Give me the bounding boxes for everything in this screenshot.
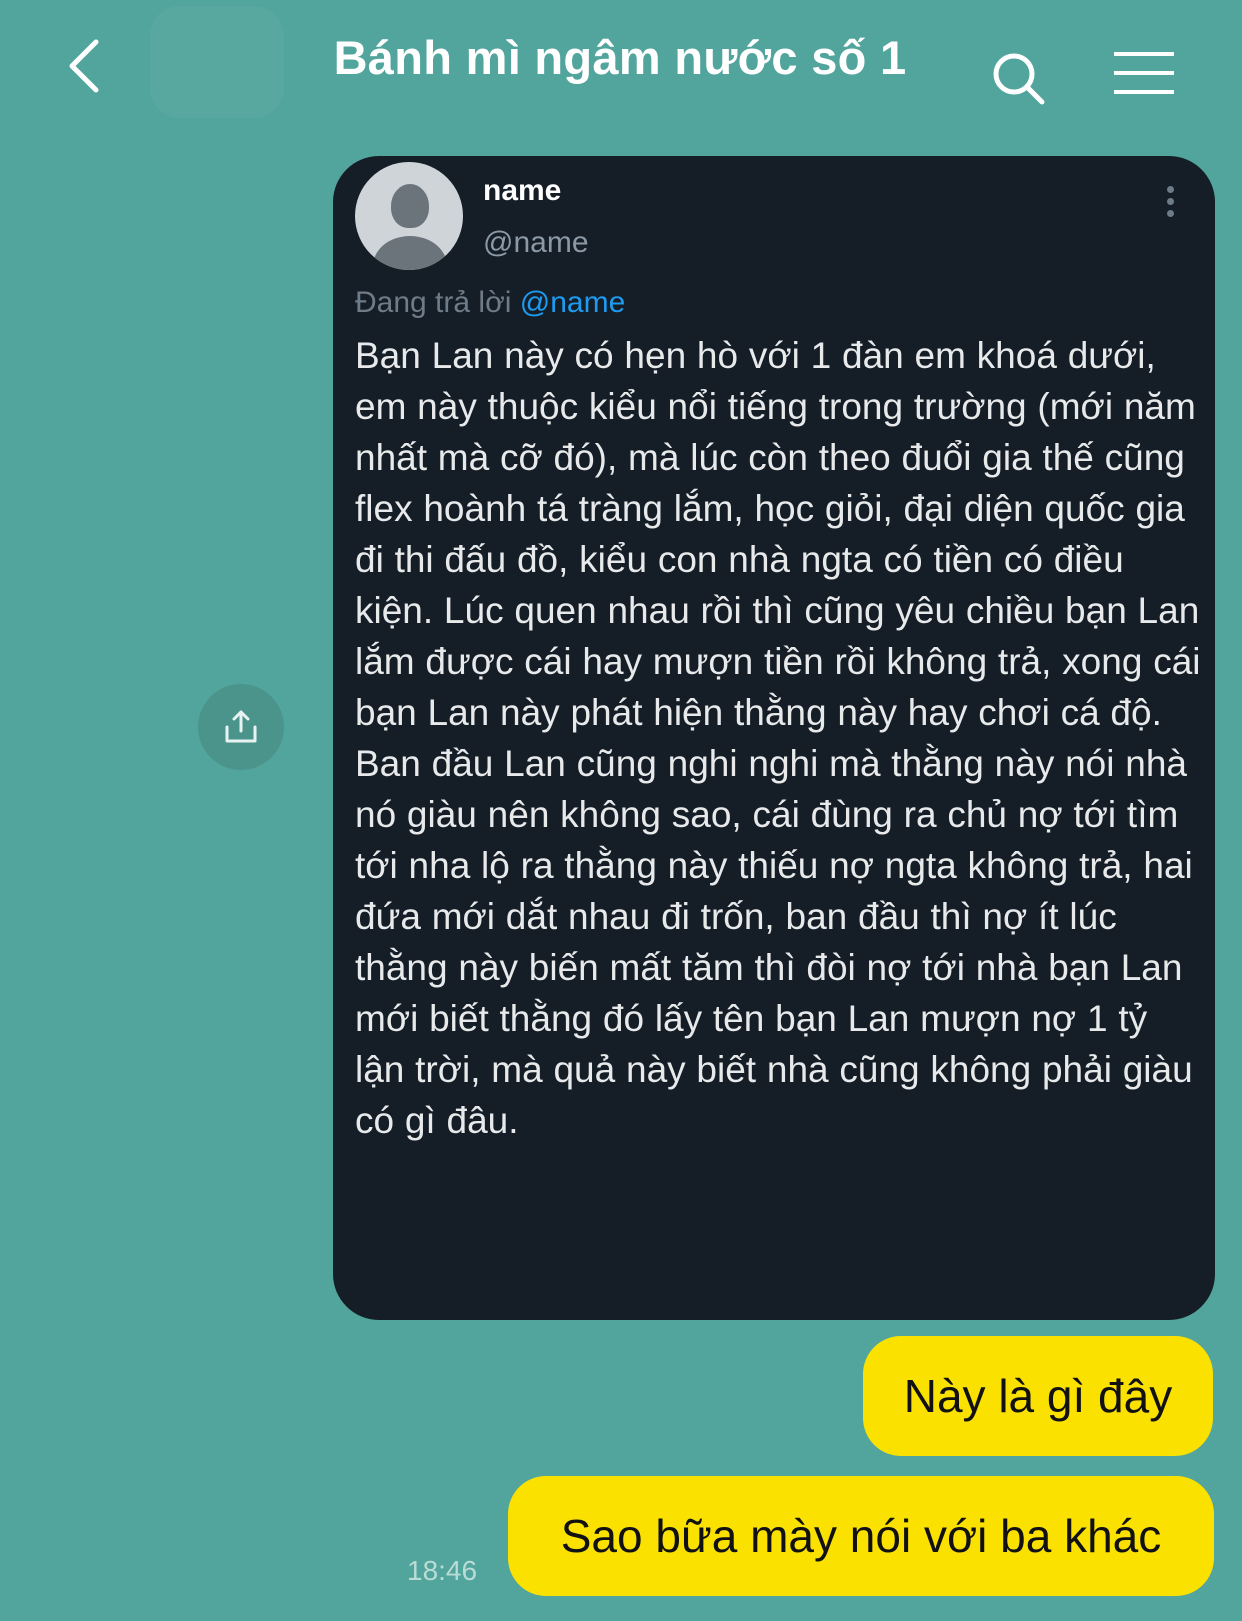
share-button[interactable] xyxy=(198,684,284,770)
chat-title: Bánh mì ngâm nước số 1 xyxy=(333,31,907,84)
back-button[interactable] xyxy=(60,34,120,98)
menu-icon xyxy=(1114,52,1174,94)
message-text: Sao bữa mày nói với ba khác xyxy=(560,1510,1162,1562)
menu-button[interactable] xyxy=(1112,50,1176,100)
tweet-author-name: name xyxy=(483,174,562,207)
reply-context: Đang trả lời @name xyxy=(355,286,625,320)
share-icon xyxy=(225,710,257,743)
tweet-author-handle: @name xyxy=(483,226,589,259)
reply-mention: @name xyxy=(519,286,626,319)
chat-header: Bánh mì ngâm nước số 1 xyxy=(0,0,1242,140)
message-timestamp: 18:46 xyxy=(407,1555,478,1586)
sent-message-bubble[interactable]: Sao bữa mày nói với ba khác xyxy=(508,1476,1214,1596)
search-icon xyxy=(993,53,1045,105)
tweet-text: Bạn Lan này có hẹn hò với 1 đàn em khoá … xyxy=(355,335,1201,1141)
back-arrow-icon xyxy=(69,39,99,93)
faded-voice-icon xyxy=(150,6,284,118)
message-text: Này là gì đây xyxy=(903,1370,1173,1422)
sent-message-bubble[interactable]: Này là gì đây xyxy=(863,1336,1213,1456)
search-button[interactable] xyxy=(990,50,1050,110)
reply-prefix: Đang trả lời xyxy=(355,286,512,319)
kebab-icon xyxy=(1165,186,1175,220)
shared-tweet-image[interactable]: name @name Đang trả lời @name Bạn Lan nà… xyxy=(333,156,1215,1320)
default-avatar-icon xyxy=(355,162,463,270)
